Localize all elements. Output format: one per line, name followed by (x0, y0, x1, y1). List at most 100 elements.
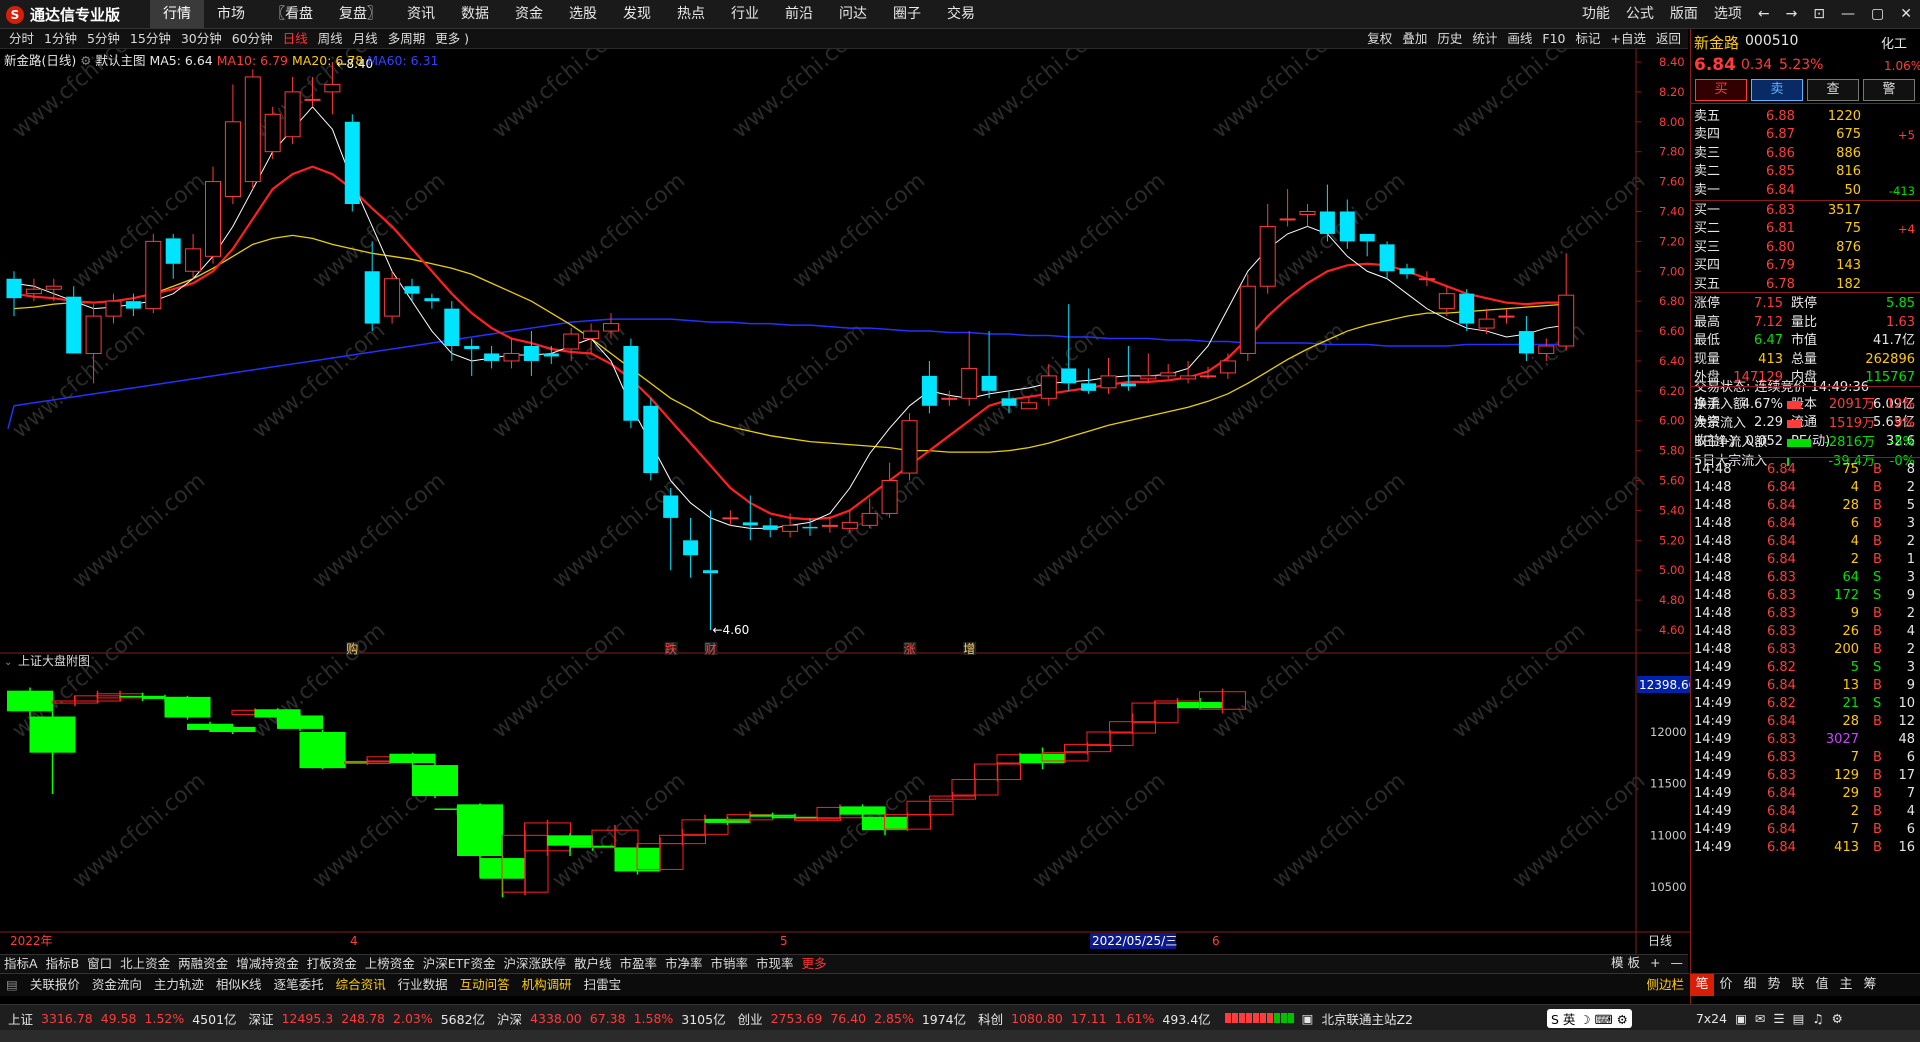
ime-indicator[interactable]: S 英 ☽ ⌨ ⚙ (1547, 1008, 1632, 1028)
menu-item-5[interactable]: 数据 (448, 0, 502, 28)
period-tab-4[interactable]: 30分钟 (176, 29, 227, 48)
right-menu-item-5[interactable]: → (1778, 0, 1806, 28)
menu-item-14[interactable]: 交易 (934, 0, 988, 28)
indicator-tab-8[interactable]: 沪深ETF资金 (419, 955, 500, 973)
nav-menu-icon[interactable]: ▤ (0, 974, 24, 996)
index-name-cy[interactable]: 创业 (730, 1009, 767, 1028)
kline-chart[interactable]: www.cfchi.com www.cfchi.com www.cfchi.com w… (0, 49, 1690, 954)
app-logo[interactable]: S 通达信专业版 (6, 4, 120, 25)
right-menu-item-2[interactable]: 版面 (1662, 0, 1706, 28)
sector-label[interactable]: 化工 (1881, 33, 1907, 52)
nav-tab-0[interactable]: 关联报价 (24, 974, 86, 996)
tool-button-1[interactable]: 叠加 (1397, 29, 1432, 48)
nav-tab-3[interactable]: 相似K线 (210, 974, 268, 996)
indicator-right-0[interactable]: 模 板 (1606, 954, 1645, 972)
index-name-hs[interactable]: 沪深 (489, 1009, 526, 1028)
tool-button-4[interactable]: 画线 (1502, 29, 1537, 48)
menu-item-1[interactable]: 市场 (204, 0, 258, 28)
bid-row[interactable]: 买四 6.79 143 (1691, 257, 1920, 275)
status-icon-2[interactable]: ☰ (1769, 1011, 1788, 1026)
ask-row[interactable]: 卖二 6.85 816 (1691, 163, 1920, 181)
period-tab-6[interactable]: 日线 (278, 29, 313, 48)
trade-button-1[interactable]: 卖 (1751, 79, 1803, 101)
tool-button-5[interactable]: F10 (1537, 29, 1570, 48)
period-tab-7[interactable]: 周线 (313, 29, 348, 48)
status-icon-5[interactable]: ⚙ (1828, 1011, 1847, 1026)
menu-item-10[interactable]: 行业 (718, 0, 772, 28)
nav-tab-8[interactable]: 机构调研 (516, 974, 578, 996)
menu-item-2[interactable]: 〖看盘 (258, 0, 326, 28)
right-menu-item-4[interactable]: ← (1750, 0, 1778, 28)
side-tab-4[interactable]: 联 (1786, 974, 1810, 996)
index-name-sz[interactable]: 深证 (241, 1009, 278, 1028)
menu-item-3[interactable]: 复盘〗 (326, 0, 394, 28)
ask-row[interactable]: 卖一 6.84 50 -413 (1691, 182, 1920, 201)
status-icon-4[interactable]: ♫ (1808, 1011, 1827, 1026)
nav-tab-6[interactable]: 行业数据 (392, 974, 454, 996)
trade-button-0[interactable]: 买 (1695, 79, 1747, 101)
period-tab-5[interactable]: 60分钟 (227, 29, 278, 48)
index-name-sh[interactable]: 上证 (0, 1009, 37, 1028)
menu-item-12[interactable]: 问达 (826, 0, 880, 28)
side-tab-3[interactable]: 势 (1762, 974, 1786, 996)
tool-button-2[interactable]: 历史 (1432, 29, 1467, 48)
indicator-tab-7[interactable]: 上榜资金 (361, 955, 419, 973)
period-tab-1[interactable]: 1分钟 (39, 29, 82, 48)
index-name-kc[interactable]: 科创 (970, 1009, 1007, 1028)
right-menu-item-0[interactable]: 功能 (1574, 0, 1618, 28)
indicator-tab-15[interactable]: 更多 (798, 955, 831, 973)
right-menu-item-9[interactable]: ✕ (1892, 0, 1920, 28)
status-icon-0[interactable]: ▣ (1731, 1011, 1751, 1026)
period-tab-0[interactable]: 分时 (4, 29, 39, 48)
status-icon-1[interactable]: ✉ (1751, 1011, 1769, 1026)
period-tab-3[interactable]: 15分钟 (125, 29, 176, 48)
right-menu-item-1[interactable]: 公式 (1618, 0, 1662, 28)
menu-item-13[interactable]: 圈子 (880, 0, 934, 28)
menu-item-7[interactable]: 选股 (556, 0, 610, 28)
server-name[interactable]: 北京联通主站Z2 (1317, 1009, 1417, 1028)
side-tab-0[interactable]: 笔 (1690, 974, 1714, 996)
period-tab-2[interactable]: 5分钟 (82, 29, 125, 48)
bid-row[interactable]: 买五 6.78 182 (1691, 276, 1920, 294)
menu-item-4[interactable]: 资讯 (394, 0, 448, 28)
indicator-tab-4[interactable]: 两融资金 (174, 955, 232, 973)
ask-row[interactable]: 卖三 6.86 886 (1691, 145, 1920, 163)
server-icon[interactable]: ▣ (1298, 1011, 1318, 1026)
nav-tab-2[interactable]: 主力轨迹 (148, 974, 210, 996)
menu-item-0[interactable]: 行情 (150, 0, 204, 28)
right-menu-item-7[interactable]: — (1833, 0, 1863, 28)
bid-row[interactable]: 买二 6.81 75 +4 (1691, 220, 1920, 238)
clock-label[interactable]: 7x24 (1692, 1011, 1731, 1026)
period-tab-9[interactable]: 多周期 (383, 29, 431, 48)
right-menu-item-6[interactable]: ⊡ (1805, 0, 1833, 28)
indicator-tab-11[interactable]: 市盈率 (616, 955, 662, 973)
status-icon-3[interactable]: ▤ (1789, 1011, 1809, 1026)
indicator-tab-6[interactable]: 打板资金 (303, 955, 361, 973)
indicator-tab-0[interactable]: 指标A (0, 955, 42, 973)
period-tab-10[interactable]: 更多 ) (430, 29, 474, 48)
tool-button-3[interactable]: 统计 (1467, 29, 1502, 48)
ask-row[interactable]: 卖五 6.88 1220 (1691, 108, 1920, 126)
menu-item-8[interactable]: 发现 (610, 0, 664, 28)
side-tab-7[interactable]: 筹 (1858, 974, 1882, 996)
tool-button-0[interactable]: 复权 (1362, 29, 1397, 48)
nav-tab-7[interactable]: 互动问答 (454, 974, 516, 996)
indicator-right-1[interactable]: + (1645, 954, 1665, 972)
nav-tab-4[interactable]: 逐笔委托 (268, 974, 330, 996)
right-menu-item-8[interactable]: ▢ (1863, 0, 1892, 28)
bid-row[interactable]: 买一 6.83 3517 (1691, 202, 1920, 220)
indicator-tab-12[interactable]: 市净率 (661, 955, 707, 973)
indicator-right-2[interactable]: — (1666, 954, 1689, 972)
indicator-tab-3[interactable]: 北上资金 (116, 955, 174, 973)
tool-button-6[interactable]: 标记 (1570, 29, 1605, 48)
right-menu-item-3[interactable]: 选项 (1706, 0, 1750, 28)
nav-tab-9[interactable]: 扫雷宝 (578, 974, 628, 996)
side-panel-label[interactable]: 侧边栏 (1640, 974, 1690, 996)
menu-item-11[interactable]: 前沿 (772, 0, 826, 28)
menu-item-9[interactable]: 热点 (664, 0, 718, 28)
menu-item-6[interactable]: 资金 (502, 0, 556, 28)
side-tab-2[interactable]: 细 (1738, 974, 1762, 996)
indicator-tab-1[interactable]: 指标B (42, 955, 84, 973)
bid-row[interactable]: 买三 6.80 876 (1691, 239, 1920, 257)
trade-button-2[interactable]: 查 (1807, 79, 1859, 101)
